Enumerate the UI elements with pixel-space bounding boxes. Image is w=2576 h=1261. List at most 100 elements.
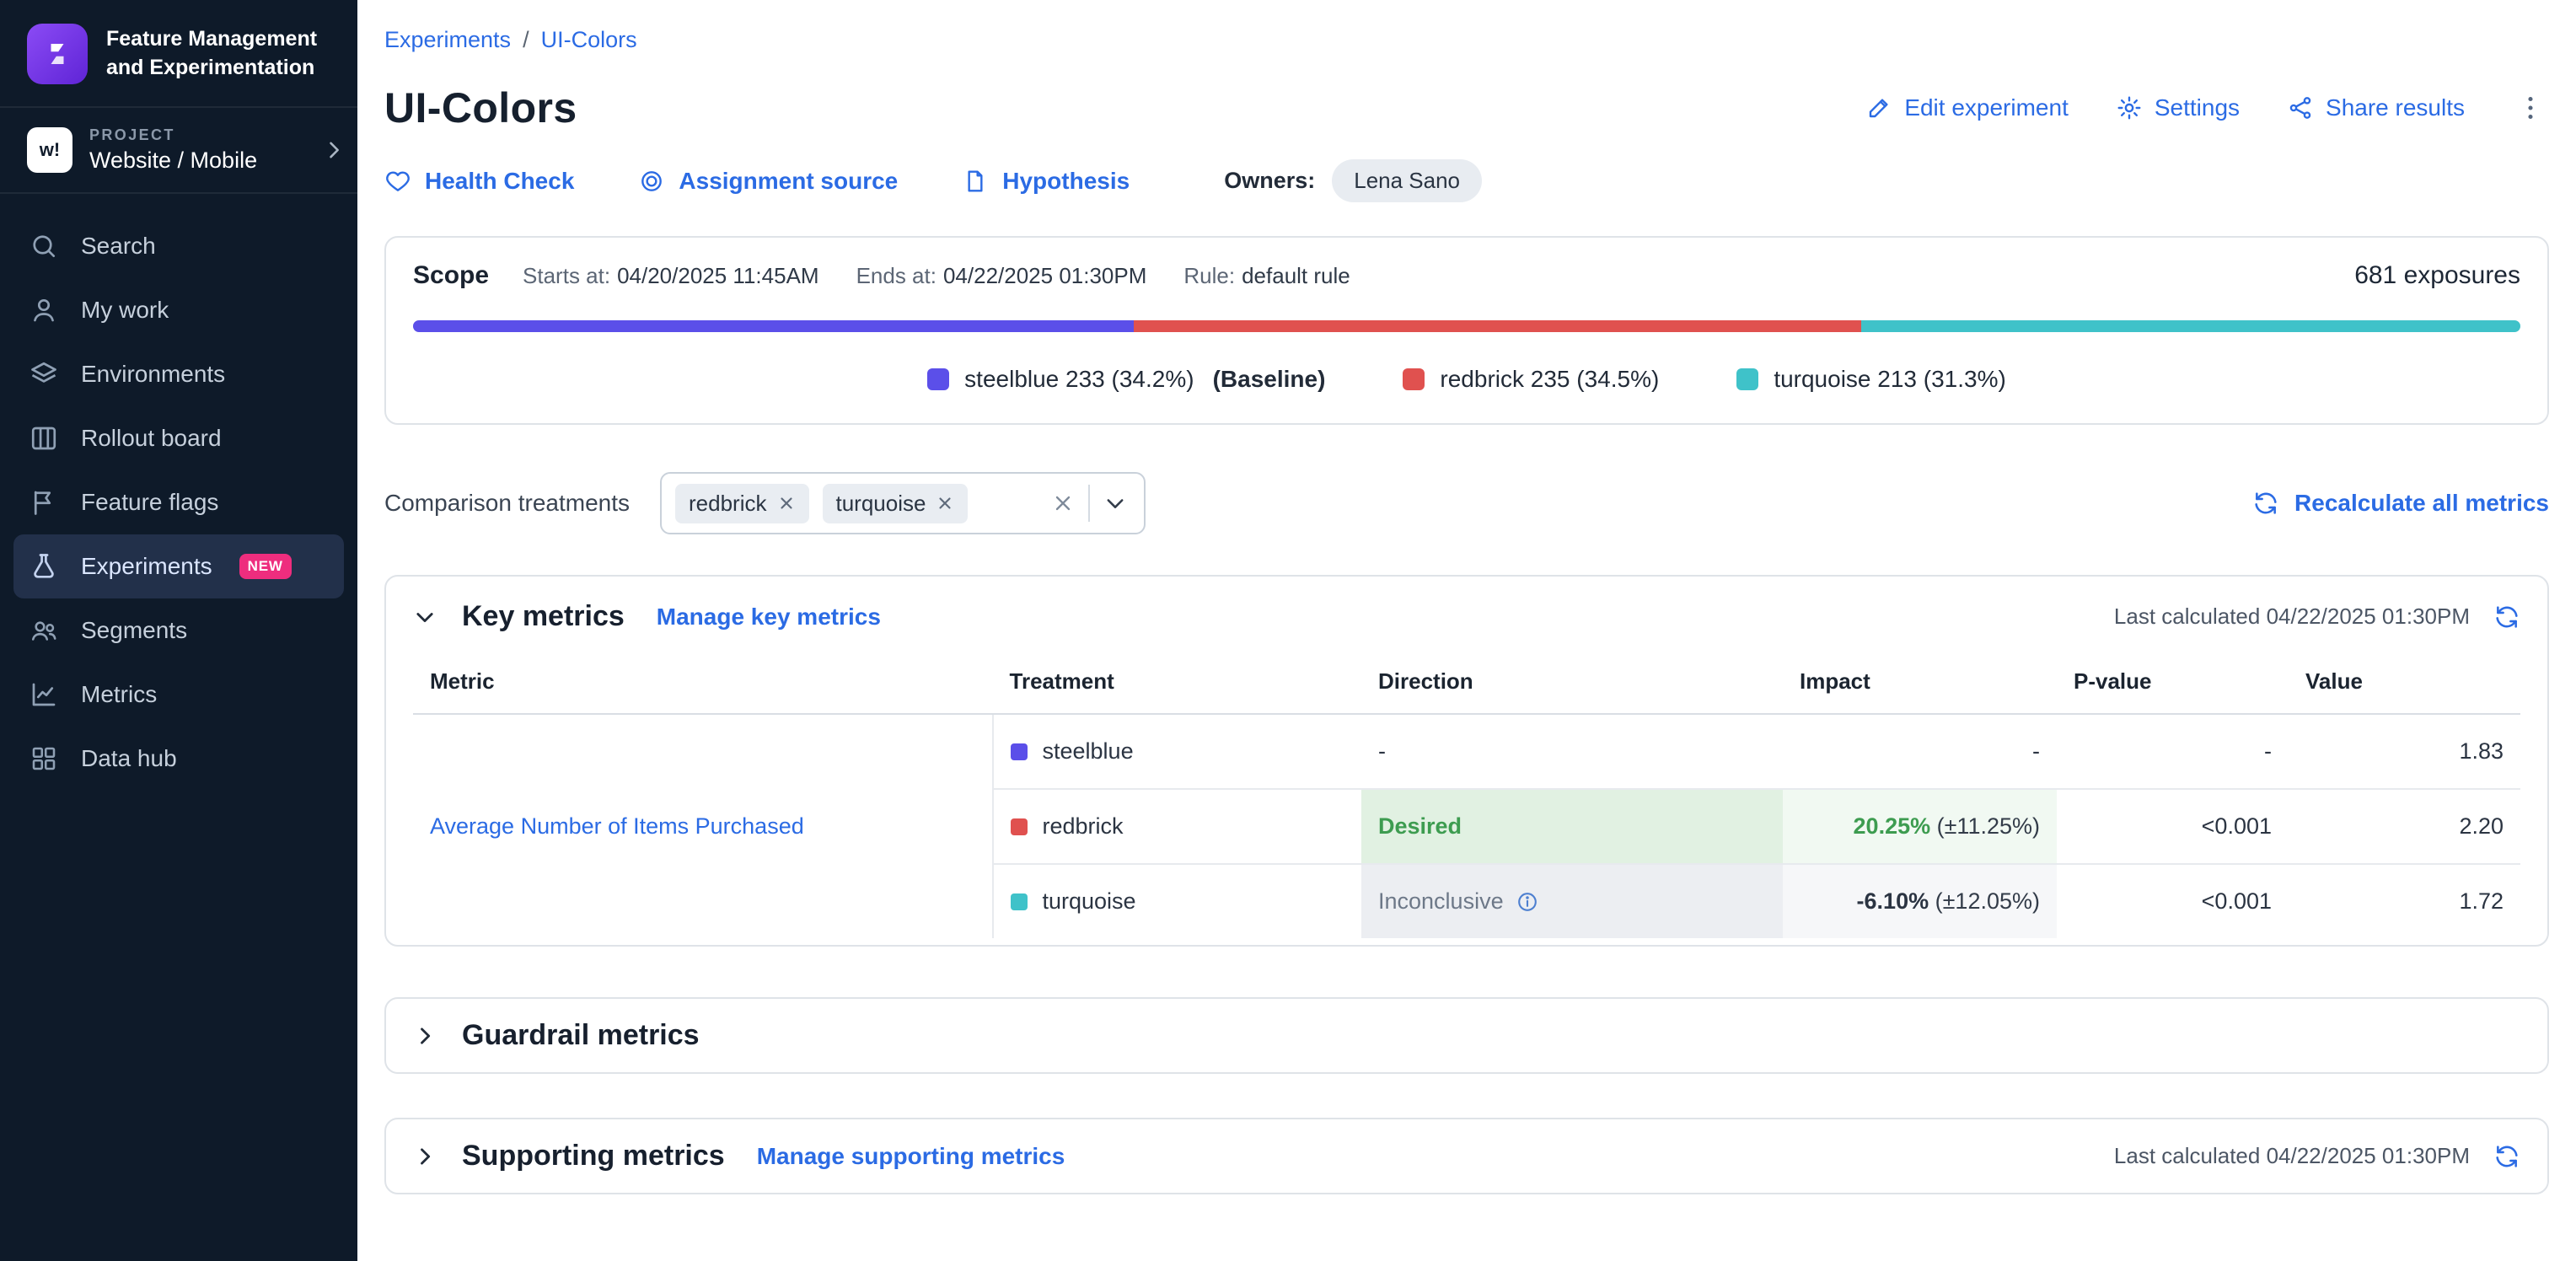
section-title: Supporting metrics	[462, 1140, 725, 1172]
treatment-cell: turquoise	[993, 864, 1362, 938]
sidebar-item-data-hub[interactable]: Data hub	[0, 727, 357, 791]
expand-chevron-icon[interactable]	[413, 1145, 437, 1168]
edit-experiment-button[interactable]: Edit experiment	[1865, 94, 2069, 121]
metric-cell: Average Number of Items Purchased	[413, 714, 993, 938]
legend-item-redbrick: redbrick 235 (34.5%)	[1403, 366, 1659, 393]
baseline-label: (Baseline)	[1213, 366, 1326, 393]
sidebar-item-label: Metrics	[81, 681, 157, 708]
treatments-multiselect[interactable]: redbrick turquoise	[660, 472, 1146, 534]
more-options-button[interactable]	[2512, 93, 2549, 123]
col-treatment: Treatment	[993, 653, 1362, 714]
value-cell: 2.20	[2289, 789, 2520, 864]
hypothesis-link[interactable]: Hypothesis	[962, 168, 1130, 195]
owners-label: Owners:	[1224, 168, 1315, 194]
sidebar-item-experiments[interactable]: Experiments NEW	[13, 534, 344, 598]
info-icon[interactable]	[1516, 890, 1539, 914]
expand-chevron-icon[interactable]	[413, 1024, 437, 1048]
manage-supporting-metrics-link[interactable]: Manage supporting metrics	[757, 1143, 1065, 1170]
treatment-color-dot	[1011, 818, 1028, 835]
treatment-color-dot	[1011, 893, 1028, 910]
scope-ends: Ends at:04/22/2025 01:30PM	[856, 263, 1147, 289]
chevron-down-icon[interactable]	[1103, 491, 1127, 515]
sidebar-item-environments[interactable]: Environments	[0, 342, 357, 406]
metric-link[interactable]: Average Number of Items Purchased	[430, 813, 804, 839]
sidebar-item-my-work[interactable]: My work	[0, 278, 357, 342]
new-badge: NEW	[239, 554, 292, 579]
exposures-count: 681 exposures	[2354, 261, 2520, 290]
direction-cell: Inconclusive	[1361, 864, 1783, 938]
impact-cell: 20.25% (±11.25%)	[1783, 789, 2057, 864]
scope-header: Scope Starts at:04/20/2025 11:45AM Ends …	[413, 261, 2520, 290]
last-calculated-text: Last calculated 04/22/2025 01:30PM	[2114, 604, 2470, 630]
app-root: Feature Management and Experimentation w…	[0, 0, 2576, 1261]
board-icon	[27, 421, 61, 455]
sidebar-item-label: Search	[81, 233, 156, 260]
treatment-distribution-bar	[413, 320, 2520, 332]
col-metric: Metric	[413, 653, 993, 714]
sidebar-item-label: Rollout board	[81, 425, 222, 452]
sidebar-item-rollout-board[interactable]: Rollout board	[0, 406, 357, 470]
assignment-source-link[interactable]: Assignment source	[638, 168, 898, 195]
scope-rule: Rule:default rule	[1183, 263, 1350, 289]
refresh-icon[interactable]	[2493, 604, 2520, 630]
pencil-icon	[1865, 94, 1892, 121]
collapse-chevron-icon[interactable]	[413, 605, 437, 629]
scope-meta: Starts at:04/20/2025 11:45AM Ends at:04/…	[523, 263, 1350, 289]
scope-card: Scope Starts at:04/20/2025 11:45AM Ends …	[384, 236, 2549, 425]
breadcrumb-experiments[interactable]: Experiments	[384, 27, 511, 53]
search-icon	[27, 229, 61, 263]
sidebar-item-search[interactable]: Search	[0, 214, 357, 278]
target-icon	[638, 168, 665, 195]
main-content: Experiments / UI-Colors UI-Colors Edit e…	[357, 0, 2576, 1261]
value-cell: 1.83	[2289, 714, 2520, 789]
value-cell: 1.72	[2289, 864, 2520, 938]
chip-turquoise: turquoise	[823, 484, 969, 523]
bar-segment-redbrick	[1134, 320, 1861, 332]
direction-cell: -	[1361, 714, 1783, 789]
breadcrumb-current[interactable]: UI-Colors	[541, 27, 637, 53]
color-swatch	[1736, 368, 1758, 390]
sidebar-item-label: Data hub	[81, 745, 177, 772]
remove-chip-icon[interactable]	[777, 494, 796, 512]
chart-icon	[27, 678, 61, 711]
color-swatch	[1403, 368, 1425, 390]
key-metrics-table: Metric Treatment Direction Impact P-valu…	[413, 653, 2520, 938]
app-logo[interactable]: Feature Management and Experimentation	[0, 0, 357, 108]
refresh-icon	[2252, 490, 2279, 517]
grid-icon	[27, 742, 61, 775]
sidebar-item-metrics[interactable]: Metrics	[0, 663, 357, 727]
treatment-color-dot	[1011, 743, 1028, 760]
users-icon	[27, 614, 61, 647]
brand-logo-icon	[27, 24, 88, 84]
owner-tag[interactable]: Lena Sano	[1332, 159, 1482, 202]
refresh-icon[interactable]	[2493, 1143, 2520, 1170]
col-value: Value	[2289, 653, 2520, 714]
supporting-metrics-card: Supporting metrics Manage supporting met…	[384, 1118, 2549, 1194]
treatment-cell: redbrick	[993, 789, 1362, 864]
project-name: Website / Mobile	[89, 148, 257, 174]
sidebar-item-segments[interactable]: Segments	[0, 598, 357, 663]
chip-redbrick: redbrick	[675, 484, 808, 523]
bar-segment-turquoise	[1861, 320, 2521, 332]
clear-all-icon[interactable]	[1051, 491, 1075, 515]
sidebar-item-label: My work	[81, 297, 169, 324]
health-check-link[interactable]: Health Check	[384, 168, 574, 195]
subnav: Health Check Assignment source Hypothesi…	[384, 159, 2549, 202]
remove-chip-icon[interactable]	[936, 494, 954, 512]
manage-key-metrics-link[interactable]: Manage key metrics	[657, 604, 881, 630]
settings-button[interactable]: Settings	[2116, 94, 2240, 121]
sidebar-item-feature-flags[interactable]: Feature flags	[0, 470, 357, 534]
chevron-right-icon	[322, 138, 346, 162]
share-icon	[2287, 94, 2314, 121]
comparison-row: Comparison treatments redbrick turquoise	[384, 472, 2549, 534]
section-title: Guardrail metrics	[462, 1019, 700, 1052]
heart-icon	[384, 168, 411, 195]
col-impact: Impact	[1783, 653, 2057, 714]
supporting-metrics-meta: Last calculated 04/22/2025 01:30PM	[2114, 1143, 2520, 1170]
share-results-button[interactable]: Share results	[2287, 94, 2465, 121]
p-value-cell: <0.001	[2057, 864, 2289, 938]
last-calculated-text: Last calculated 04/22/2025 01:30PM	[2114, 1143, 2470, 1169]
project-switcher[interactable]: w! PROJECT Website / Mobile	[0, 108, 357, 194]
recalculate-all-metrics-button[interactable]: Recalculate all metrics	[2252, 490, 2549, 517]
gear-icon	[2116, 94, 2143, 121]
